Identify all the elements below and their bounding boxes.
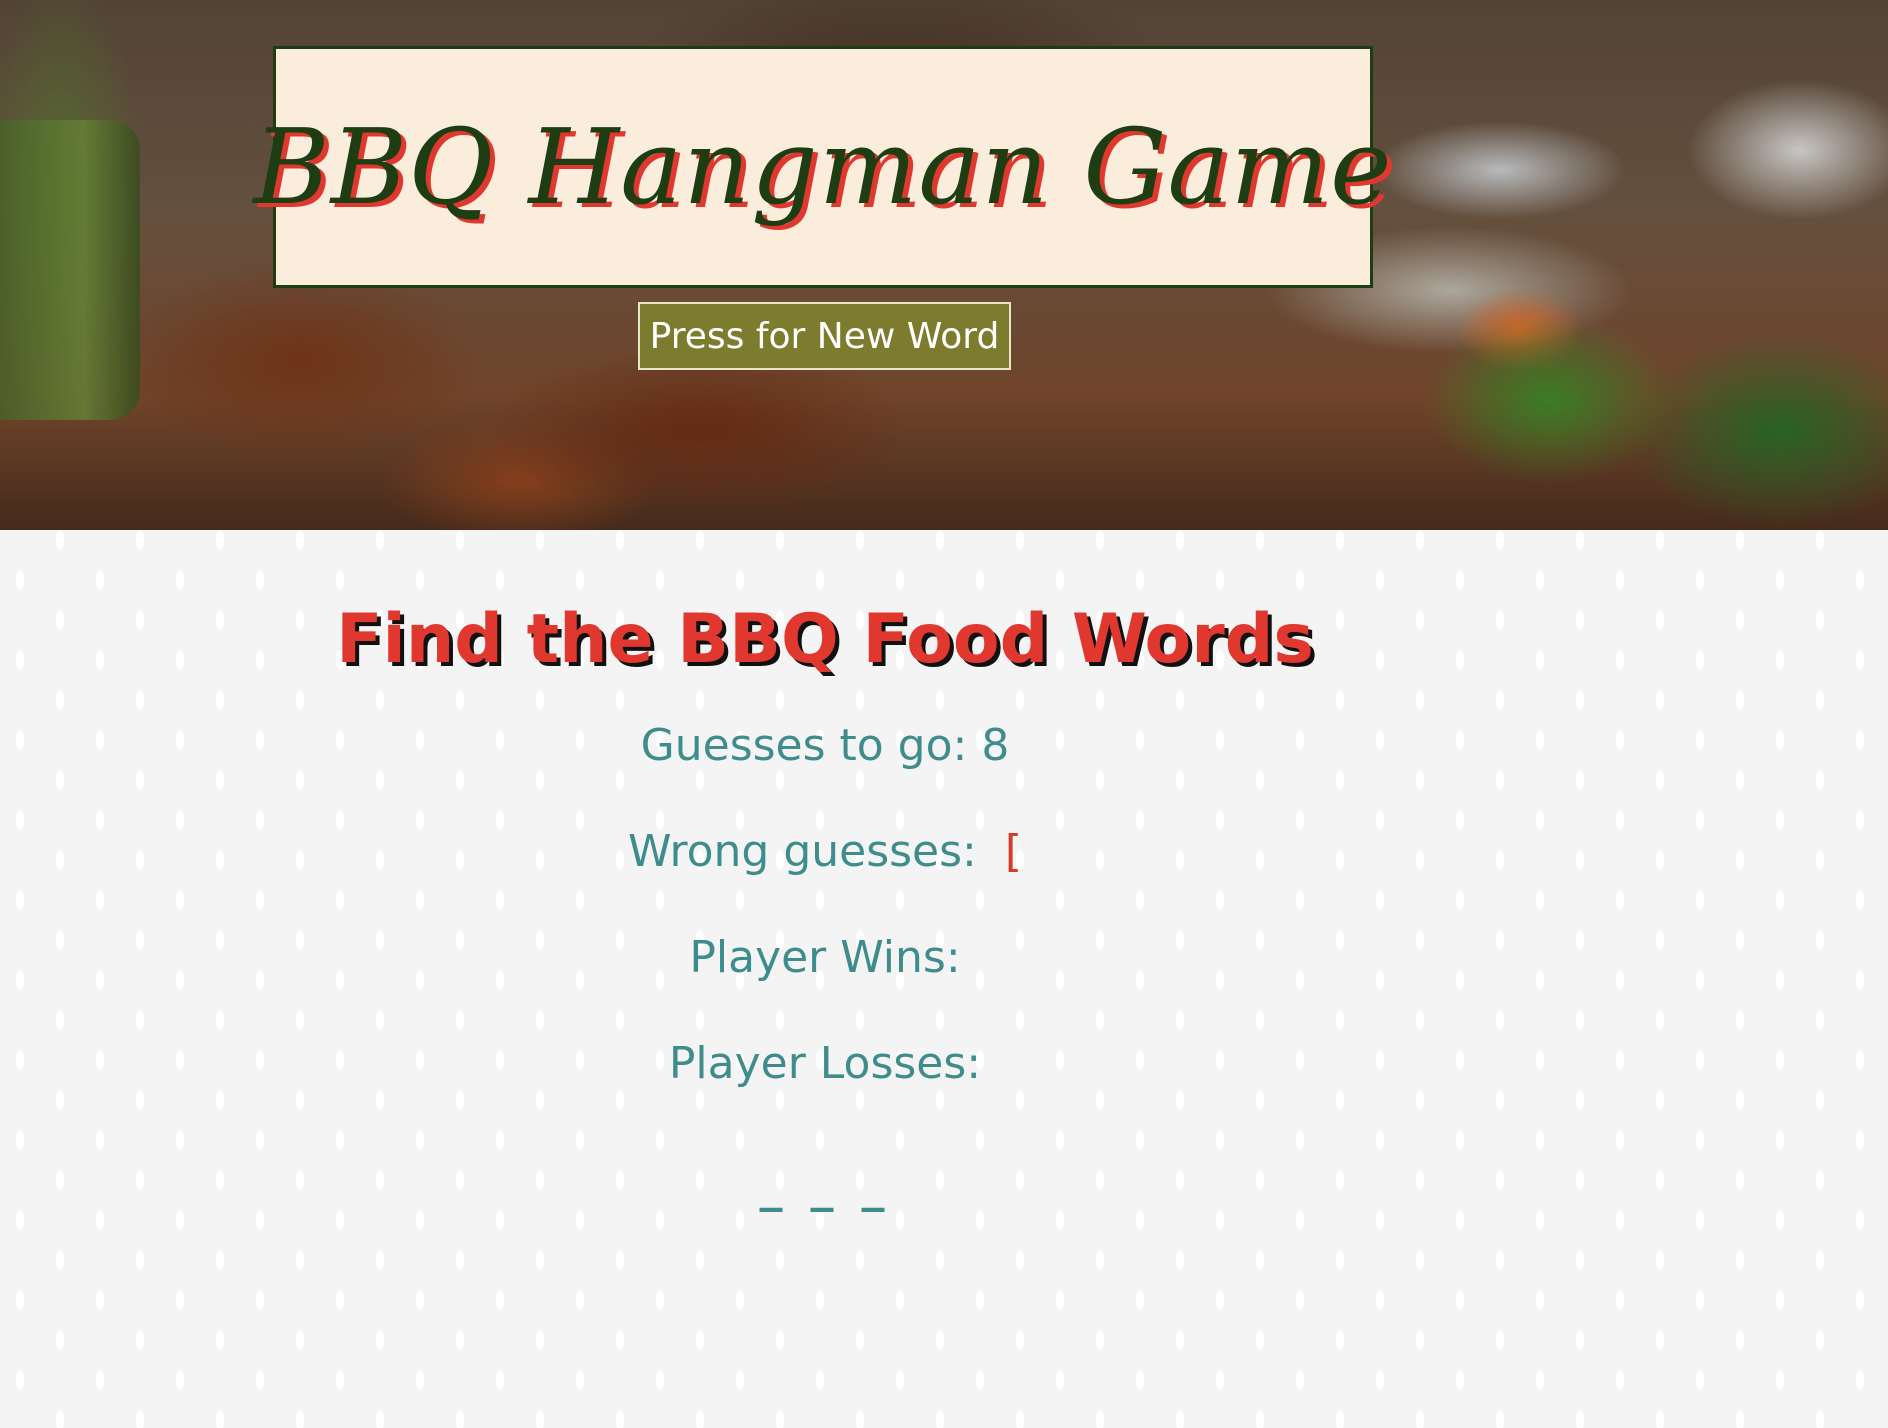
title-box: BBQ Hangman Game	[253, 46, 1392, 288]
player-wins: Player Wins:	[0, 932, 1650, 983]
player-losses: Player Losses:	[0, 1038, 1650, 1089]
game-heading: Find the BBQ Food Words	[336, 600, 1314, 679]
guesses-remaining: Guesses to go: 8	[0, 720, 1650, 771]
guesses-value: 8	[981, 720, 1010, 771]
word-blanks: _ _ _	[759, 1158, 891, 1212]
losses-label: Player Losses:	[668, 1038, 982, 1089]
wrong-guesses-label: Wrong guesses:	[627, 826, 977, 877]
wrong-guesses: Wrong guesses: [	[0, 826, 1650, 877]
wins-label: Player Wins:	[689, 932, 961, 983]
wrong-guesses-value: [	[1004, 826, 1023, 877]
guesses-label: Guesses to go:	[640, 720, 968, 771]
new-word-button[interactable]: Press for New Word	[638, 302, 1011, 370]
page-title: BBQ Hangman Game	[253, 106, 1393, 228]
